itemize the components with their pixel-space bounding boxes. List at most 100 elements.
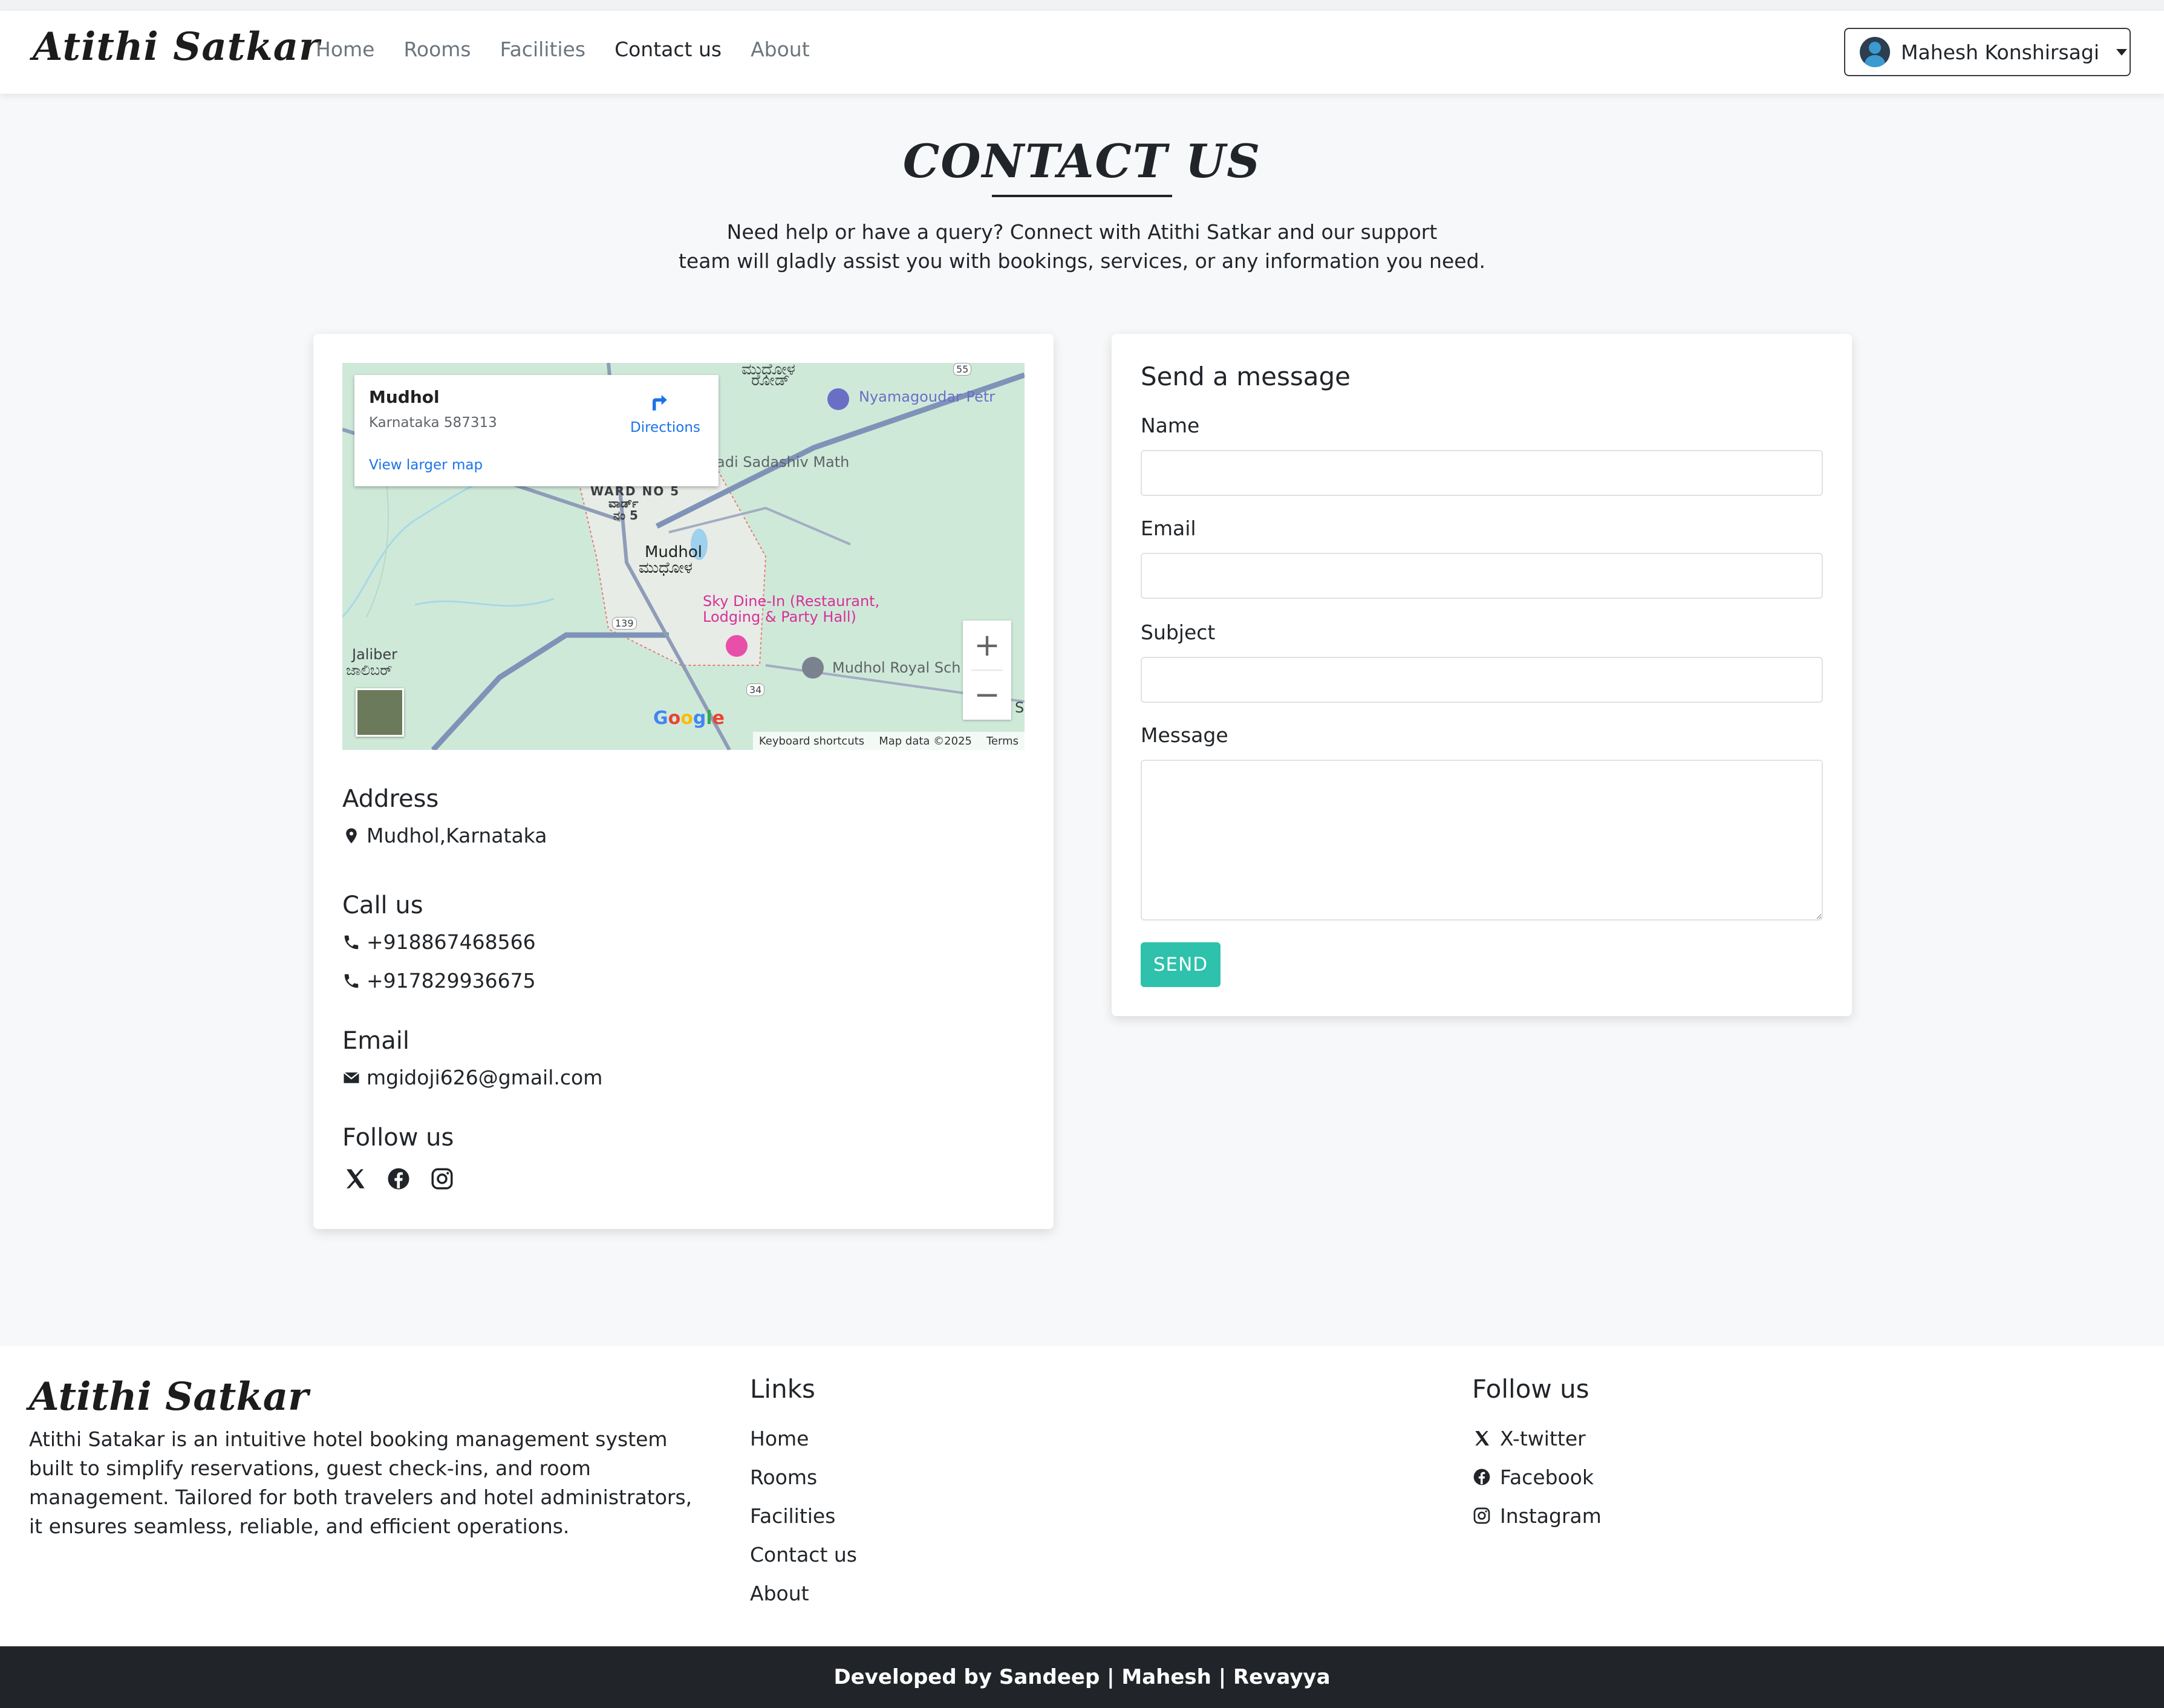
nav-links: Home Rooms Facilities Contact us About — [316, 37, 810, 61]
map-label-math: adi Sadashiv Math — [716, 454, 850, 471]
keyboard-shortcuts-link[interactable]: Keyboard shortcuts — [759, 735, 864, 748]
map-embed[interactable]: ಮುಧೋಳ ರೋಡ್ 55 139 34 Nyamagoudar Petr ad… — [342, 363, 1025, 750]
chevron-down-icon — [2116, 48, 2127, 56]
footer-social-facebook-label: Facebook — [1500, 1465, 1594, 1489]
map-label-town-kn: ಮುಧೋಳ — [639, 559, 693, 577]
form-title: Send a message — [1141, 362, 1351, 391]
footer-social-facebook[interactable]: Facebook — [1472, 1464, 1602, 1490]
footer-link-about[interactable]: About — [750, 1580, 857, 1606]
phone-icon — [344, 935, 359, 949]
user-name: Mahesh Konshirsagi — [1901, 40, 2099, 64]
satellite-toggle[interactable] — [356, 688, 404, 737]
zoom-in-button[interactable]: + — [963, 621, 1011, 670]
email-input[interactable] — [1141, 553, 1823, 599]
directions-icon[interactable] — [646, 388, 673, 415]
page-title: CONTACT US — [902, 134, 1262, 188]
map-zoom-controls: + − — [963, 621, 1011, 720]
footer-social-list: X-twitter Facebook Instagram — [1472, 1425, 1602, 1529]
phone-line-1: +918867468566 — [342, 930, 536, 954]
x-twitter-icon[interactable] — [342, 1166, 368, 1191]
footer-social-x-label: X-twitter — [1500, 1426, 1586, 1450]
nav-contact-us[interactable]: Contact us — [614, 37, 722, 61]
map-place-name: Mudhol — [369, 387, 440, 407]
contact-info-card: ಮುಧೋಳ ರೋಡ್ 55 139 34 Nyamagoudar Petr ad… — [313, 334, 1054, 1229]
footer-link-rooms[interactable]: Rooms — [750, 1464, 857, 1490]
map-label-petrol: Nyamagoudar Petr — [859, 388, 996, 405]
road-139-marker: 139 — [612, 617, 637, 630]
address-heading: Address — [342, 785, 439, 813]
google-logo: Google — [653, 708, 725, 729]
map-info-window: Mudhol Karnataka 587313 View larger map … — [354, 375, 719, 486]
footer-link-contact-us[interactable]: Contact us — [750, 1541, 857, 1568]
instagram-icon[interactable] — [429, 1166, 455, 1191]
map-label-edge: S — [1015, 699, 1025, 716]
footer-link-home[interactable]: Home — [750, 1425, 857, 1452]
map-label-top-kn2: ರೋಡ್ — [751, 371, 790, 390]
nav-facilities[interactable]: Facilities — [500, 37, 585, 61]
call-heading: Call us — [342, 891, 423, 919]
address-line: Mudhol,Karnataka — [342, 824, 547, 847]
brand-logo[interactable]: Atithi Satkar — [33, 24, 320, 70]
location-pin-icon — [346, 828, 357, 843]
phone-icon — [344, 974, 359, 988]
subtitle-line-1: Need help or have a query? Connect with … — [726, 220, 1438, 244]
top-strip — [0, 0, 2164, 11]
follow-heading: Follow us — [342, 1124, 454, 1152]
nav-rooms[interactable]: Rooms — [403, 37, 471, 61]
footer-social-x[interactable]: X-twitter — [1472, 1425, 1602, 1452]
footer-links-list: Home Rooms Facilities Contact us About — [750, 1425, 857, 1606]
map-attribution: Keyboard shortcuts Map data ©2025 Terms — [752, 732, 1025, 750]
footer-link-facilities[interactable]: Facilities — [750, 1502, 857, 1529]
map-place-address: Karnataka 587313 — [369, 415, 497, 431]
zoom-out-button[interactable]: − — [963, 670, 1011, 720]
footer-social-instagram-label: Instagram — [1500, 1504, 1602, 1528]
name-label: Name — [1141, 414, 1200, 437]
facebook-icon[interactable] — [386, 1166, 411, 1191]
map-label-restaurant-1: Sky Dine-In (Restaurant, — [703, 593, 880, 610]
message-form-card: Send a message Name Email Subject Messag… — [1112, 334, 1852, 1016]
footer-description: Atithi Satakar is an intuitive hotel boo… — [29, 1427, 693, 1538]
email-line: mgidoji626@gmail.com — [342, 1066, 602, 1089]
x-twitter-icon — [1475, 1431, 1489, 1446]
send-button[interactable]: SEND — [1141, 942, 1221, 987]
nav-about[interactable]: About — [751, 37, 810, 61]
navbar: Atithi Satkar Home Rooms Facilities Cont… — [0, 11, 2164, 94]
subtitle-line-2: team will gladly assist you with booking… — [678, 249, 1486, 273]
name-input[interactable] — [1141, 450, 1823, 496]
email-heading: Email — [342, 1027, 409, 1055]
subject-label: Subject — [1141, 621, 1216, 644]
phone-1[interactable]: +918867468566 — [367, 930, 536, 954]
page-subtitle: Need help or have a query? Connect with … — [665, 218, 1499, 276]
view-larger-map-link[interactable]: View larger map — [369, 457, 483, 473]
social-icons — [342, 1166, 455, 1191]
footer: Atithi Satkar Atithi Satakar is an intui… — [0, 1346, 2164, 1646]
title-underline — [992, 195, 1172, 197]
map-label-ward-kn2: ನಂ 5 — [613, 508, 638, 523]
envelope-icon — [343, 1071, 360, 1083]
map-label-school: Mudhol Royal Sch — [832, 659, 961, 676]
user-menu-button[interactable]: Mahesh Konshirsagi — [1844, 28, 2131, 76]
avatar — [1860, 37, 1890, 67]
nav-home[interactable]: Home — [316, 37, 374, 61]
road-34-marker: 34 — [746, 683, 765, 696]
footer-social-instagram[interactable]: Instagram — [1472, 1502, 1602, 1529]
message-textarea[interactable] — [1141, 760, 1823, 921]
instagram-icon — [1473, 1507, 1490, 1524]
email-label: Email — [1141, 517, 1196, 540]
footer-follow-heading: Follow us — [1472, 1374, 1589, 1404]
map-label-restaurant-2: Lodging & Party Hall) — [703, 608, 856, 625]
footer-links-heading: Links — [750, 1374, 815, 1404]
terms-link[interactable]: Terms — [986, 735, 1018, 748]
footer-brand: Atithi Satkar — [29, 1374, 308, 1420]
map-label-jaliber: Jaliber — [352, 646, 397, 663]
email-text[interactable]: mgidoji626@gmail.com — [367, 1066, 602, 1089]
subject-input[interactable] — [1141, 657, 1823, 703]
credits-text: Developed by Sandeep | Mahesh | Revayya — [833, 1665, 1331, 1689]
map-label-jaliber-kn: ಜಾಲಿಬರ್ — [346, 662, 393, 679]
address-text: Mudhol,Karnataka — [367, 824, 547, 847]
map-data-text: Map data ©2025 — [879, 734, 972, 748]
phone-line-2: +917829936675 — [342, 969, 536, 993]
phone-2[interactable]: +917829936675 — [367, 969, 536, 993]
directions-label[interactable]: Directions — [630, 420, 700, 435]
message-label: Message — [1141, 723, 1228, 747]
